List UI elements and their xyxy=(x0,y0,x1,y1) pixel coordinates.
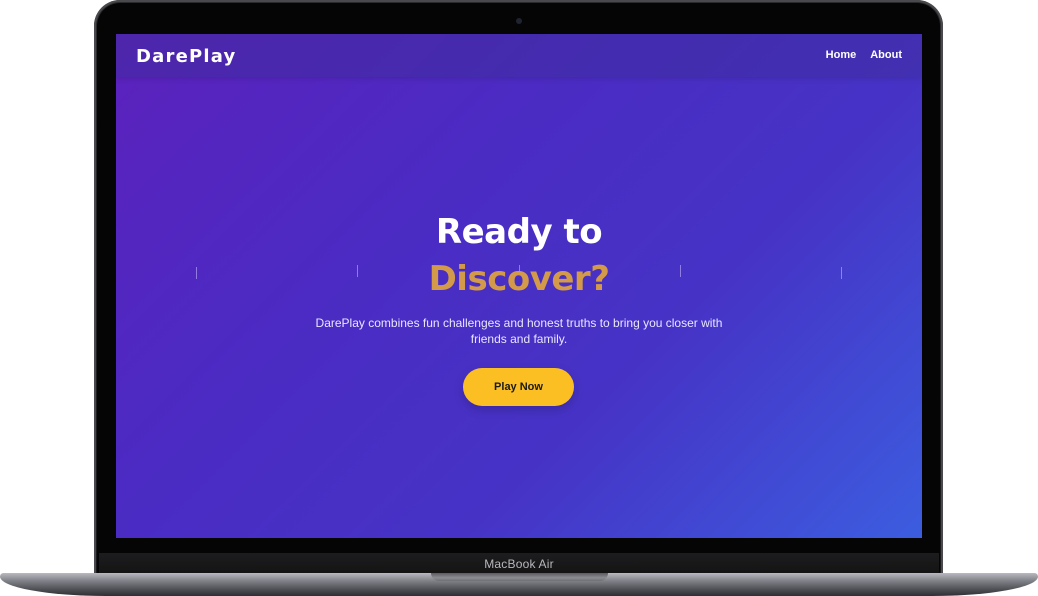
nav-link-home[interactable]: Home xyxy=(826,49,857,61)
laptop-base-notch xyxy=(431,573,608,581)
hero-description: DarePlay combines fun challenges and hon… xyxy=(315,316,723,346)
website-screen: DarePlay Home About Ready to Discover? D… xyxy=(116,34,922,538)
device-label: MacBook Air xyxy=(484,557,554,571)
nav-links: Home About xyxy=(826,49,902,61)
play-now-button[interactable]: Play Now xyxy=(463,368,574,406)
camera-icon xyxy=(516,18,522,24)
hero-title-line1: Ready to xyxy=(435,212,603,252)
laptop-mockup: DarePlay Home About Ready to Discover? D… xyxy=(0,0,1038,596)
navbar: DarePlay Home About xyxy=(116,34,922,77)
brand-logo[interactable]: DarePlay xyxy=(136,46,236,67)
laptop-chin: MacBook Air xyxy=(99,553,939,575)
hero-title-line2: Discover? xyxy=(428,259,610,299)
nav-link-about[interactable]: About xyxy=(870,49,902,61)
